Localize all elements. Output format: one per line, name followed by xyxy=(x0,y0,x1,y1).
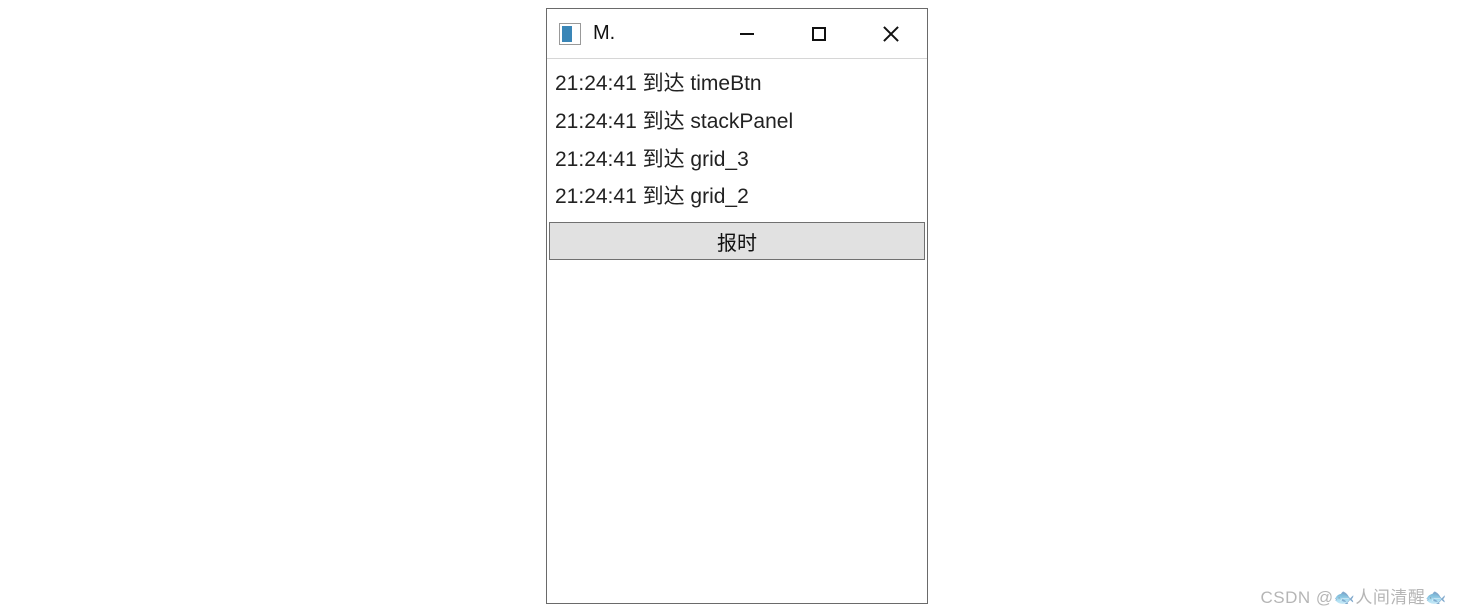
app-icon xyxy=(559,23,581,45)
minimize-button[interactable] xyxy=(711,9,783,58)
list-item: 21:24:41 到达 grid_3 xyxy=(555,141,919,179)
app-window: M. 21:24:41 到达 timeBtn 21:24:41 到达 stack… xyxy=(546,8,928,604)
window-controls xyxy=(711,9,927,58)
button-label: 报时 xyxy=(717,227,757,256)
log-list: 21:24:41 到达 timeBtn 21:24:41 到达 stackPan… xyxy=(547,59,927,220)
watermark-text: CSDN @🐟人间清醒🐟 xyxy=(1261,583,1447,608)
close-icon xyxy=(882,25,900,43)
list-item: 21:24:41 到达 stackPanel xyxy=(555,103,919,141)
maximize-icon xyxy=(812,27,826,41)
list-item: 21:24:41 到达 grid_2 xyxy=(555,178,919,216)
empty-area xyxy=(547,260,927,603)
maximize-button[interactable] xyxy=(783,9,855,58)
window-title: M. xyxy=(593,22,615,45)
minimize-icon xyxy=(740,33,754,35)
client-area: 21:24:41 到达 timeBtn 21:24:41 到达 stackPan… xyxy=(547,59,927,603)
close-button[interactable] xyxy=(855,9,927,58)
titlebar[interactable]: M. xyxy=(547,9,927,59)
list-item: 21:24:41 到达 timeBtn xyxy=(555,65,919,103)
report-time-button[interactable]: 报时 xyxy=(549,222,925,260)
